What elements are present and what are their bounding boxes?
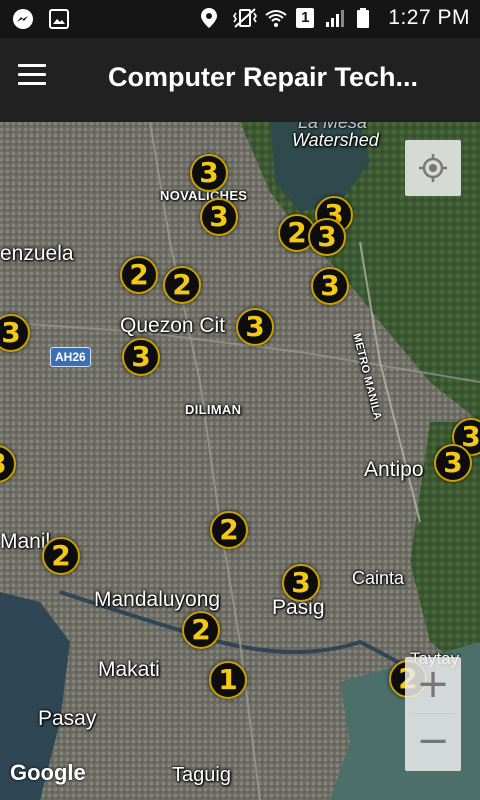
repair-shop-marker[interactable]: 3 — [200, 198, 238, 236]
label-taguig: Taguig — [172, 764, 231, 786]
wifi-icon — [264, 7, 287, 29]
repair-shop-marker[interactable]: 2 — [182, 611, 220, 649]
battery-icon — [356, 7, 378, 29]
signal-icon — [324, 7, 346, 29]
repair-shop-marker[interactable]: 2 — [210, 511, 248, 549]
label-diliman: DILIMAN — [185, 402, 242, 417]
page-title: Computer Repair Tech... — [108, 62, 419, 92]
repair-shop-marker[interactable]: 3 — [122, 338, 160, 376]
repair-shop-marker[interactable]: 3 — [311, 267, 349, 305]
messenger-icon — [12, 8, 34, 30]
label-valenzuela: enzuela — [0, 242, 74, 265]
label-watershed: Watershed — [292, 130, 379, 150]
label-mandaluyong: Mandaluyong — [94, 588, 221, 611]
repair-shop-marker[interactable]: 3 — [190, 154, 228, 192]
label-antipolo: Antipo — [364, 458, 424, 481]
vibrate-icon — [232, 7, 258, 29]
label-cainta: Cainta — [352, 568, 405, 588]
zoom-in-button[interactable]: + — [405, 657, 461, 713]
map-view[interactable]: La Mesa Watershed NOVALICHES enzuela Que… — [0, 122, 480, 800]
repair-shop-marker[interactable]: 2 — [120, 256, 158, 294]
label-quezon-city: Quezon Cit — [120, 314, 226, 337]
label-pasay: Pasay — [38, 707, 97, 730]
repair-shop-marker[interactable]: 3 — [236, 308, 274, 346]
status-bar: 1 1:27 PM — [0, 0, 480, 38]
road-shield-ah26: AH26 — [50, 347, 91, 367]
google-logo: Google — [10, 760, 86, 785]
clock: 1:27 PM — [388, 6, 470, 29]
repair-shop-marker[interactable]: 3 — [308, 218, 346, 256]
zoom-control: + − — [405, 657, 461, 771]
repair-shop-marker[interactable]: 2 — [163, 266, 201, 304]
crosshair-icon — [419, 154, 447, 182]
repair-shop-marker[interactable]: 1 — [209, 661, 247, 699]
label-makati: Makati — [98, 658, 160, 681]
zoom-out-button[interactable]: − — [405, 714, 461, 770]
location-icon — [200, 7, 222, 29]
image-icon — [48, 8, 70, 30]
repair-shop-marker[interactable]: 3 — [434, 444, 472, 482]
sim-icon: 1 — [296, 8, 315, 28]
repair-shop-marker[interactable]: 3 — [282, 564, 320, 602]
menu-icon[interactable] — [18, 64, 54, 96]
my-location-button[interactable] — [405, 140, 461, 196]
repair-shop-marker[interactable]: 2 — [42, 537, 80, 575]
app-bar: Computer Repair Tech... — [0, 38, 480, 122]
